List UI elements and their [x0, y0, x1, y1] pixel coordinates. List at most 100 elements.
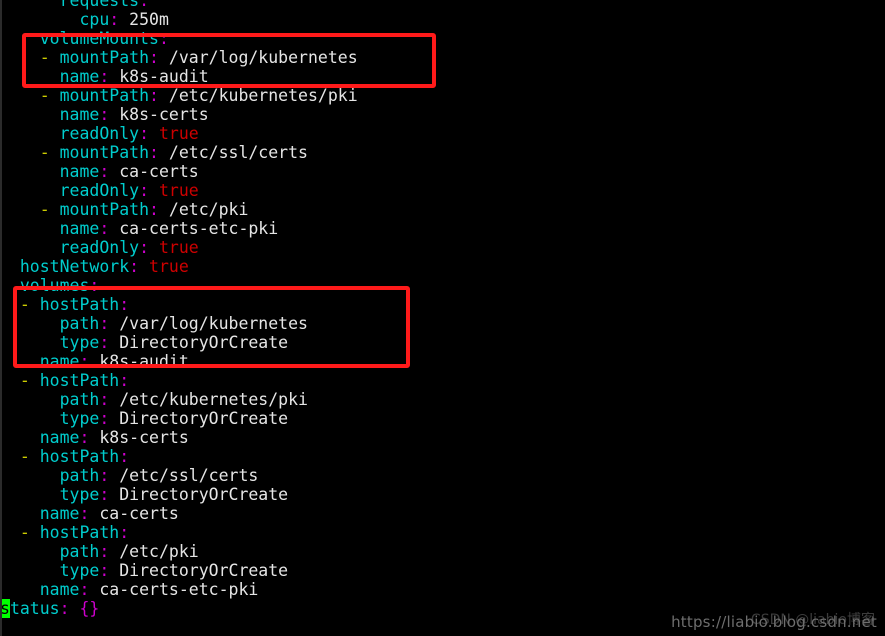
code-line: requests:: [0, 0, 885, 10]
yaml-value: k8s-certs: [119, 105, 209, 124]
yaml-key: readOnly: [59, 238, 140, 257]
code-line: type: DirectoryOrCreate: [0, 333, 885, 352]
list-dash: -: [39, 48, 50, 67]
yaml-key: requests: [59, 0, 140, 10]
yaml-value: /etc/pki: [168, 200, 249, 219]
yaml-colon: :: [139, 0, 150, 10]
code-line: type: DirectoryOrCreate: [0, 561, 885, 580]
yaml-colon: :: [99, 314, 110, 333]
yaml-colon: :: [99, 485, 110, 504]
code-line: - mountPath: /var/log/kubernetes: [0, 48, 885, 67]
code-line: hostNetwork: true: [0, 257, 885, 276]
yaml-value: DirectoryOrCreate: [119, 409, 289, 428]
yaml-colon: :: [89, 276, 100, 295]
yaml-colon: :: [129, 257, 140, 276]
yaml-key: name: [59, 67, 100, 86]
yaml-key: name: [59, 219, 100, 238]
yaml-value: ca-certs-etc-pki: [99, 580, 259, 599]
yaml-key: hostPath: [39, 523, 120, 542]
yaml-value: /etc/pki: [119, 542, 199, 561]
code-line: name: k8s-certs: [0, 428, 885, 447]
yaml-boolean-value: true: [149, 257, 189, 276]
code-line: name: k8s-audit: [0, 352, 885, 371]
yaml-key: name: [39, 352, 80, 371]
yaml-colon: :: [99, 409, 110, 428]
yaml-boolean-value: true: [158, 124, 199, 143]
yaml-key: path: [59, 390, 100, 409]
terminal-screen: requests: cpu: 250m volumeMounts: - moun…: [0, 0, 885, 636]
code-line: path: /etc/kubernetes/pki: [0, 390, 885, 409]
yaml-key: mountPath: [59, 143, 150, 162]
code-line: readOnly: true: [0, 238, 885, 257]
yaml-key: path: [59, 542, 100, 561]
yaml-key: name: [59, 105, 100, 124]
yaml-colon: :: [99, 561, 110, 580]
yaml-colon: :: [158, 29, 169, 48]
code-line: path: /var/log/kubernetes: [0, 314, 885, 333]
yaml-value: /etc/ssl/certs: [168, 143, 308, 162]
yaml-value: DirectoryOrCreate: [119, 485, 289, 504]
yaml-key: type: [59, 485, 100, 504]
yaml-colon: :: [119, 523, 130, 542]
list-dash: -: [19, 371, 30, 390]
yaml-colon: :: [79, 428, 90, 447]
watermark-url: https://liabio.blog.csdn.net: [671, 613, 877, 631]
code-line: volumes:: [0, 276, 885, 295]
code-line: path: /etc/pki: [0, 542, 885, 561]
yaml-value: /etc/ssl/certs: [119, 466, 259, 485]
yaml-key: name: [39, 580, 80, 599]
yaml-value: k8s-certs: [99, 428, 189, 447]
yaml-colon: :: [99, 67, 110, 86]
yaml-value: /var/log/kubernetes: [168, 48, 358, 67]
yaml-colon: :: [99, 390, 110, 409]
yaml-boolean-value: true: [158, 238, 199, 257]
yaml-key: hostPath: [39, 447, 120, 466]
code-line: - mountPath: /etc/ssl/certs: [0, 143, 885, 162]
yaml-value: /var/log/kubernetes: [119, 314, 308, 333]
yaml-colon: :: [99, 333, 110, 352]
code-line: name: ca-certs: [0, 162, 885, 181]
yaml-key: mountPath: [59, 48, 150, 67]
code-line: volumeMounts:: [0, 29, 885, 48]
code-line: - hostPath:: [0, 295, 885, 314]
yaml-value: 250m: [129, 10, 169, 29]
yaml-boolean-value: true: [158, 181, 199, 200]
yaml-key: name: [39, 504, 80, 523]
yaml-key: type: [59, 409, 100, 428]
code-line: - hostPath:: [0, 447, 885, 466]
yaml-code-block[interactable]: requests: cpu: 250m volumeMounts: - moun…: [0, 0, 885, 618]
yaml-colon: :: [149, 200, 159, 219]
code-line: - mountPath: /etc/kubernetes/pki: [0, 86, 885, 105]
yaml-value: ca-certs-etc-pki: [119, 219, 279, 238]
code-line: path: /etc/ssl/certs: [0, 466, 885, 485]
yaml-colon: :: [139, 181, 150, 200]
code-line: cpu: 250m: [0, 10, 885, 29]
yaml-value: k8s-audit: [119, 67, 209, 86]
yaml-value: ca-certs: [99, 504, 179, 523]
code-line: - mountPath: /etc/pki: [0, 200, 885, 219]
yaml-key: cpu: [79, 10, 110, 29]
yaml-key: path: [59, 314, 100, 333]
yaml-key: tatus: [9, 599, 60, 618]
yaml-colon: :: [119, 295, 130, 314]
yaml-empty-map-value: {}: [79, 599, 100, 618]
yaml-colon: :: [79, 580, 90, 599]
yaml-colon: :: [59, 599, 70, 618]
yaml-key: hostPath: [39, 295, 120, 314]
code-line: name: ca-certs-etc-pki: [0, 580, 885, 599]
list-dash: -: [39, 143, 50, 162]
yaml-key: mountPath: [59, 200, 150, 219]
yaml-key: name: [39, 428, 80, 447]
code-line: name: k8s-certs: [0, 105, 885, 124]
yaml-key: name: [59, 162, 100, 181]
yaml-key: volumes: [19, 276, 90, 295]
yaml-key: path: [59, 466, 100, 485]
list-dash: -: [19, 295, 30, 314]
yaml-key: hostNetwork: [19, 257, 130, 276]
yaml-colon: :: [149, 48, 159, 67]
code-line: type: DirectoryOrCreate: [0, 409, 885, 428]
yaml-colon: :: [99, 219, 110, 238]
yaml-colon: :: [99, 542, 110, 561]
yaml-value: k8s-audit: [99, 352, 189, 371]
yaml-colon: :: [99, 162, 110, 181]
